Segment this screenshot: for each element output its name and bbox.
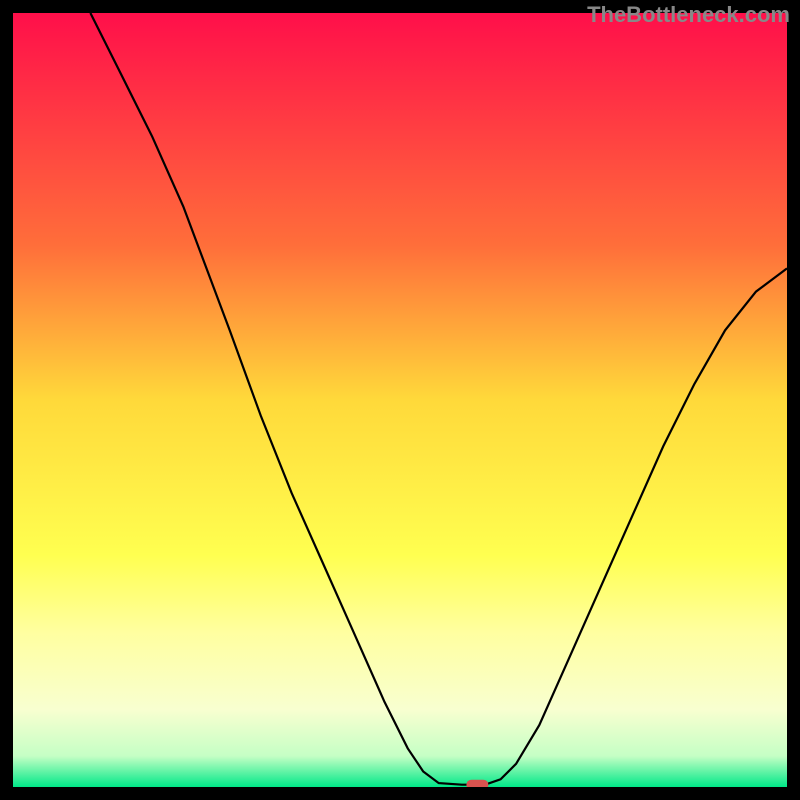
chart-container: TheBottleneck.com bbox=[0, 0, 800, 800]
watermark: TheBottleneck.com bbox=[587, 2, 790, 28]
plot-area bbox=[13, 13, 787, 787]
chart-svg bbox=[13, 13, 787, 787]
min-marker bbox=[466, 780, 488, 787]
gradient-background bbox=[13, 13, 787, 787]
